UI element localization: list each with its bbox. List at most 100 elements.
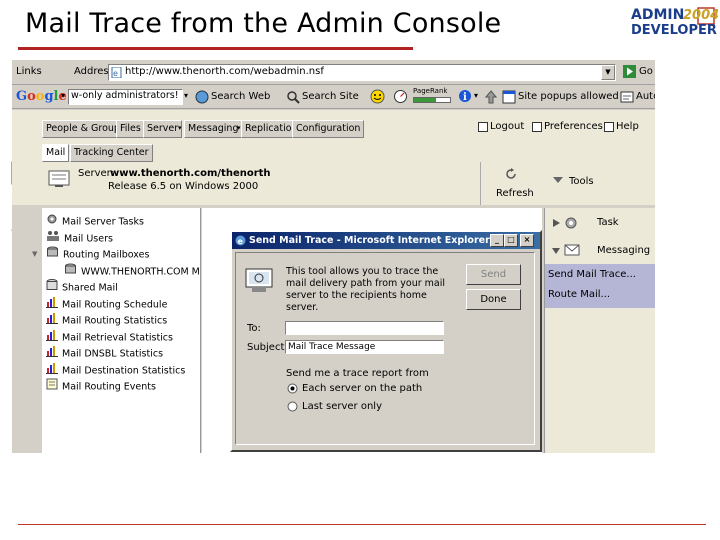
address-field[interactable]: e http://www.thenorth.com/webadmin.nsf ▼	[108, 64, 616, 81]
send-button[interactable]: Send	[466, 264, 521, 285]
help-link[interactable]: Help	[616, 121, 639, 132]
svg-text:e: e	[113, 69, 118, 78]
close-icon[interactable]: ×	[520, 234, 534, 247]
chart-icon	[46, 296, 58, 314]
tree-item[interactable]: Mail Retrieval Statistics	[46, 329, 173, 345]
up-arrow-icon[interactable]	[484, 90, 498, 107]
tab-server[interactable]: Server	[143, 120, 183, 138]
autofill-button[interactable]: AutoFill	[636, 91, 655, 102]
dialog-titlebar[interactable]: e Send Mail Trace - Microsoft Internet E…	[232, 232, 540, 249]
svg-text:i: i	[463, 92, 467, 103]
search-web-button[interactable]: Search Web	[211, 91, 270, 102]
tab-tracking-center[interactable]: Tracking Center	[70, 144, 153, 162]
task-expand-icon[interactable]	[551, 218, 561, 231]
server-release: Release 6.5 on Windows 2000	[108, 181, 259, 192]
popup-blocker-icon	[502, 90, 516, 107]
google-logo: Google	[16, 89, 67, 104]
smiley-icon[interactable]	[370, 89, 385, 107]
each-server-option[interactable]: Each server on the path	[302, 383, 422, 394]
server-label: Server:	[78, 168, 114, 179]
dialog-description: This tool allows you to trace the mail d…	[286, 266, 446, 313]
each-server-radio[interactable]	[287, 383, 298, 397]
minimize-icon[interactable]: _	[490, 234, 504, 247]
footer-rule	[18, 524, 706, 525]
tree-item-label: Mail Destination Statistics	[62, 365, 186, 376]
tree-item[interactable]: WWW.THENORTH.COM M	[64, 263, 200, 279]
maximize-icon[interactable]: □	[504, 234, 518, 247]
search-site-icon	[286, 90, 300, 107]
last-server-option[interactable]: Last server only	[302, 401, 382, 412]
admin-developer-logo: ADMIN 2004 DEVELOPER	[628, 2, 719, 38]
address-dropdown-icon[interactable]: ▼	[601, 65, 615, 80]
tree-item[interactable]: Mail Destination Statistics	[46, 362, 185, 378]
messaging-tab-arrow-icon: ▾	[237, 124, 241, 132]
chart-icon	[46, 329, 58, 347]
info-dropdown-icon[interactable]: ▾	[474, 91, 478, 100]
expand-arrow-icon[interactable]: ▼	[32, 246, 37, 262]
tab-messaging[interactable]: Messaging	[184, 120, 243, 138]
tree-item[interactable]: ▼ Routing Mailboxes	[32, 246, 149, 262]
refresh-button[interactable]: Refresh	[480, 162, 541, 205]
search-site-button[interactable]: Search Site	[302, 91, 359, 102]
preferences-link[interactable]: Preferences	[544, 121, 603, 132]
tree-item[interactable]: Mail Routing Statistics	[46, 312, 167, 328]
ie-page-icon: e	[111, 66, 122, 81]
address-toolbar: Links Address e http://www.thenorth.com/…	[12, 60, 655, 85]
go-arrow-icon[interactable]	[623, 65, 636, 81]
popups-allowed-label[interactable]: Site popups allowed	[518, 91, 619, 102]
refresh-icon	[505, 168, 517, 183]
go-label[interactable]: Go	[639, 66, 653, 77]
ie-logo-icon: e	[235, 235, 246, 252]
subject-input[interactable]	[285, 340, 444, 354]
tree-item[interactable]: Mail Routing Events	[46, 378, 156, 394]
to-label: To:	[247, 323, 261, 334]
tree-item-label: WWW.THENORTH.COM M	[81, 266, 200, 277]
pagerank-bar	[413, 97, 451, 103]
title-underline	[18, 47, 413, 50]
tree-item-label: Mail Users	[64, 233, 113, 244]
tree-item[interactable]: Mail Routing Schedule	[46, 296, 167, 312]
google-dropdown-icon[interactable]: ▾	[61, 91, 65, 100]
messaging-collapse-icon[interactable]	[551, 246, 561, 259]
last-server-radio[interactable]	[287, 401, 298, 415]
info-icon[interactable]: i	[458, 89, 472, 106]
tree-item-label: Shared Mail	[62, 282, 118, 294]
google-search-field[interactable]: w-only administrators!	[68, 89, 183, 105]
tree-item-label: Mail Routing Schedule	[62, 299, 168, 310]
task-label[interactable]: Task	[597, 217, 619, 228]
tree-item[interactable]: Mail Users	[46, 230, 113, 246]
tab-files[interactable]: Files	[116, 120, 145, 138]
chart-icon	[46, 312, 58, 330]
tasks-icon	[46, 213, 58, 231]
tree-item-label: Mail Server Tasks	[62, 216, 144, 228]
preferences-icon	[532, 122, 542, 135]
tab-configuration[interactable]: Configuration	[292, 120, 365, 138]
tree-item[interactable]: Mail DNSBL Statistics	[46, 345, 163, 361]
svg-text:e: e	[238, 237, 244, 246]
done-button[interactable]: Done	[466, 289, 521, 310]
links-label[interactable]: Links	[16, 66, 42, 77]
tab-mail[interactable]: Mail	[42, 144, 70, 162]
server-tab-arrow-icon: ▾	[178, 124, 182, 132]
tree-item-label: Mail Retrieval Statistics	[62, 332, 173, 343]
chart-icon	[46, 362, 58, 380]
document-icon	[46, 378, 58, 396]
tree-item[interactable]: Mail Server Tasks	[46, 213, 144, 229]
logout-icon	[478, 122, 488, 135]
route-mail-action[interactable]: Route Mail...	[548, 289, 610, 300]
tree-item[interactable]: Shared Mail	[46, 279, 118, 295]
pagerank-dial-icon	[393, 89, 408, 107]
tree-item-label: Mail Routing Events	[62, 381, 156, 393]
send-mail-trace-action[interactable]: Send Mail Trace...	[548, 269, 636, 280]
dialog-title: Send Mail Trace - Microsoft Internet Exp…	[249, 235, 490, 246]
tree-item-label: Mail Routing Statistics	[62, 315, 168, 327]
tools-label[interactable]: Tools	[569, 176, 594, 187]
search-dropdown-icon[interactable]: ▾	[184, 91, 188, 100]
tools-arrow-icon[interactable]	[552, 176, 564, 187]
pagerank-label: PageRank	[413, 87, 448, 95]
logout-link[interactable]: Logout	[490, 121, 524, 132]
messaging-label[interactable]: Messaging	[597, 245, 650, 256]
dialog-body: This tool allows you to trace the mail d…	[235, 252, 535, 445]
mailbox-icon	[64, 263, 77, 281]
to-input[interactable]	[285, 321, 444, 335]
